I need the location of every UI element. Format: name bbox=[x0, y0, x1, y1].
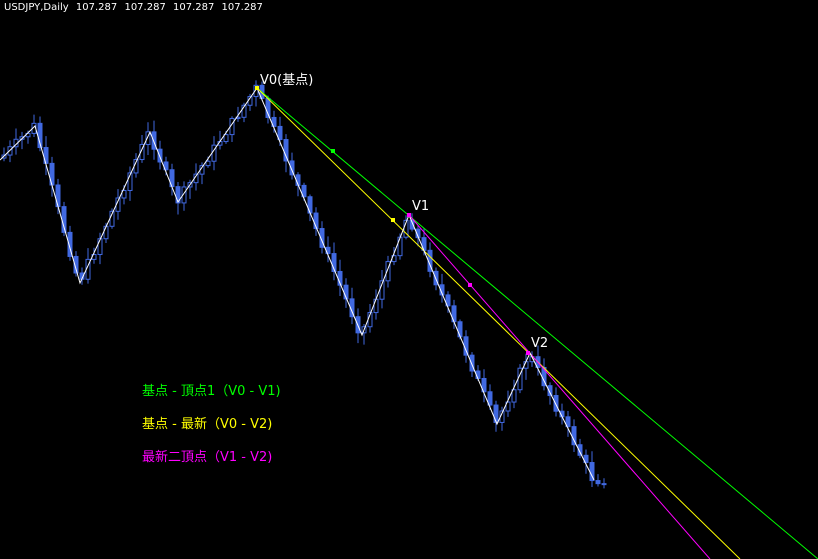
vertex-marker bbox=[331, 149, 335, 153]
vertex-marker bbox=[468, 283, 472, 287]
legend-v0-v1: 基点 - 頂点1（V0 - V1) bbox=[142, 384, 281, 399]
candle-body bbox=[283, 139, 289, 162]
candle-body bbox=[397, 236, 403, 257]
vertex-label-v1: V1 bbox=[412, 199, 429, 214]
candle-body bbox=[223, 134, 229, 143]
candle-body bbox=[55, 184, 61, 208]
candle-body bbox=[205, 160, 211, 167]
candle-body bbox=[373, 298, 379, 314]
vertex-marker bbox=[526, 351, 530, 355]
candle-body bbox=[103, 225, 109, 240]
chart-svg: V0(基点) V1 V2 bbox=[0, 0, 818, 559]
candle-body bbox=[553, 395, 559, 412]
vertex-label-v2: V2 bbox=[531, 336, 548, 351]
candle-body bbox=[97, 238, 103, 255]
ohlc-high: 107.287 bbox=[124, 2, 166, 13]
symbol-label: USDJPY,Daily bbox=[4, 2, 69, 13]
vertex-label-v0: V0(基点) bbox=[260, 73, 313, 88]
vertex-marker bbox=[391, 218, 395, 222]
ohlc-open: 107.287 bbox=[75, 2, 118, 13]
ohlc-close: 107.287 bbox=[221, 2, 263, 13]
candle-body bbox=[595, 480, 601, 485]
vertex-marker bbox=[255, 86, 259, 90]
chart-header: USDJPY,Daily 107.287 107.287 107.287 107… bbox=[4, 2, 267, 13]
chart-background bbox=[0, 0, 818, 559]
chart-area: V0(基点) V1 V2 bbox=[0, 0, 818, 559]
legend-v0-v2: 基点 - 最新（V0 - V2) bbox=[142, 417, 273, 432]
candle-body bbox=[601, 483, 607, 486]
vertex-marker bbox=[407, 213, 411, 217]
ohlc-low: 107.287 bbox=[173, 2, 215, 13]
legend-v1-v2: 最新二頂点（V1 - V2) bbox=[142, 450, 273, 465]
candle-body bbox=[457, 321, 463, 338]
candle-body bbox=[493, 404, 499, 423]
